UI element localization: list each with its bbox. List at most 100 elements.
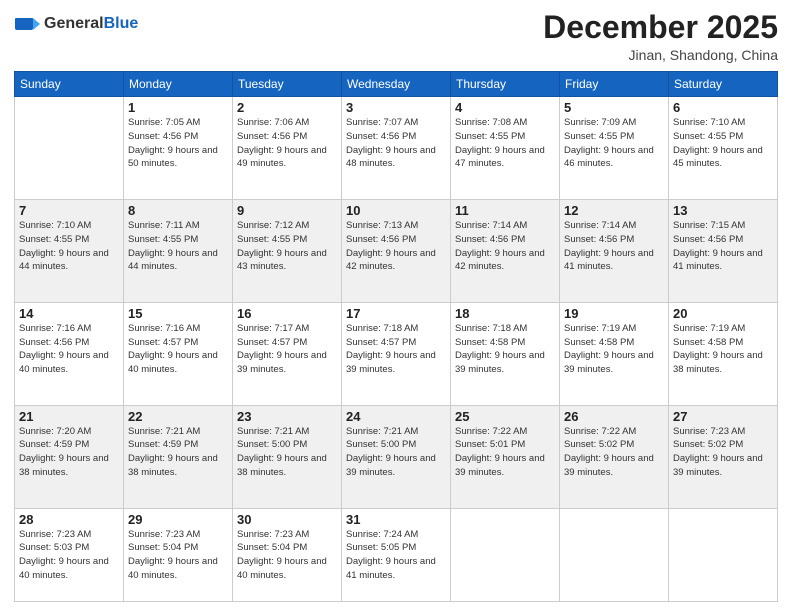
calendar-week-row: 14Sunrise: 7:16 AMSunset: 4:56 PMDayligh… — [15, 302, 778, 405]
calendar-cell: 13Sunrise: 7:15 AMSunset: 4:56 PMDayligh… — [669, 200, 778, 303]
day-number: 23 — [237, 409, 337, 424]
day-info: Sunrise: 7:08 AMSunset: 4:55 PMDaylight:… — [455, 116, 555, 171]
day-number: 30 — [237, 512, 337, 527]
day-info: Sunrise: 7:19 AMSunset: 4:58 PMDaylight:… — [564, 322, 664, 377]
logo-icon — [14, 10, 42, 38]
calendar-cell: 16Sunrise: 7:17 AMSunset: 4:57 PMDayligh… — [233, 302, 342, 405]
calendar-cell: 15Sunrise: 7:16 AMSunset: 4:57 PMDayligh… — [124, 302, 233, 405]
calendar-header-monday: Monday — [124, 72, 233, 97]
logo-area: GeneralBlue — [14, 10, 138, 38]
day-info: Sunrise: 7:05 AMSunset: 4:56 PMDaylight:… — [128, 116, 228, 171]
header: GeneralBlue December 2025 Jinan, Shandon… — [14, 10, 778, 63]
logo-general: General — [44, 15, 104, 33]
day-number: 22 — [128, 409, 228, 424]
calendar-header-friday: Friday — [560, 72, 669, 97]
calendar-cell: 5Sunrise: 7:09 AMSunset: 4:55 PMDaylight… — [560, 97, 669, 200]
calendar-cell: 21Sunrise: 7:20 AMSunset: 4:59 PMDayligh… — [15, 405, 124, 508]
day-info: Sunrise: 7:24 AMSunset: 5:05 PMDaylight:… — [346, 528, 446, 583]
day-number: 19 — [564, 306, 664, 321]
calendar-cell: 28Sunrise: 7:23 AMSunset: 5:03 PMDayligh… — [15, 508, 124, 602]
calendar-cell: 8Sunrise: 7:11 AMSunset: 4:55 PMDaylight… — [124, 200, 233, 303]
calendar-cell: 26Sunrise: 7:22 AMSunset: 5:02 PMDayligh… — [560, 405, 669, 508]
calendar-header-tuesday: Tuesday — [233, 72, 342, 97]
calendar-cell: 30Sunrise: 7:23 AMSunset: 5:04 PMDayligh… — [233, 508, 342, 602]
calendar-cell — [15, 97, 124, 200]
calendar-cell: 29Sunrise: 7:23 AMSunset: 5:04 PMDayligh… — [124, 508, 233, 602]
day-info: Sunrise: 7:14 AMSunset: 4:56 PMDaylight:… — [455, 219, 555, 274]
calendar-cell: 14Sunrise: 7:16 AMSunset: 4:56 PMDayligh… — [15, 302, 124, 405]
day-info: Sunrise: 7:22 AMSunset: 5:01 PMDaylight:… — [455, 425, 555, 480]
calendar-cell: 23Sunrise: 7:21 AMSunset: 5:00 PMDayligh… — [233, 405, 342, 508]
day-number: 27 — [673, 409, 773, 424]
day-number: 11 — [455, 203, 555, 218]
logo: GeneralBlue — [14, 10, 138, 38]
day-info: Sunrise: 7:09 AMSunset: 4:55 PMDaylight:… — [564, 116, 664, 171]
day-number: 18 — [455, 306, 555, 321]
day-number: 8 — [128, 203, 228, 218]
location: Jinan, Shandong, China — [543, 47, 778, 63]
day-info: Sunrise: 7:18 AMSunset: 4:57 PMDaylight:… — [346, 322, 446, 377]
calendar-cell — [560, 508, 669, 602]
day-number: 31 — [346, 512, 446, 527]
day-number: 13 — [673, 203, 773, 218]
calendar-header-row: SundayMondayTuesdayWednesdayThursdayFrid… — [15, 72, 778, 97]
day-number: 29 — [128, 512, 228, 527]
day-info: Sunrise: 7:16 AMSunset: 4:57 PMDaylight:… — [128, 322, 228, 377]
calendar-header-wednesday: Wednesday — [342, 72, 451, 97]
day-number: 26 — [564, 409, 664, 424]
calendar-cell: 12Sunrise: 7:14 AMSunset: 4:56 PMDayligh… — [560, 200, 669, 303]
day-info: Sunrise: 7:18 AMSunset: 4:58 PMDaylight:… — [455, 322, 555, 377]
calendar-cell: 17Sunrise: 7:18 AMSunset: 4:57 PMDayligh… — [342, 302, 451, 405]
calendar-cell: 27Sunrise: 7:23 AMSunset: 5:02 PMDayligh… — [669, 405, 778, 508]
day-number: 20 — [673, 306, 773, 321]
day-number: 4 — [455, 100, 555, 115]
calendar-cell: 9Sunrise: 7:12 AMSunset: 4:55 PMDaylight… — [233, 200, 342, 303]
day-info: Sunrise: 7:10 AMSunset: 4:55 PMDaylight:… — [19, 219, 119, 274]
calendar-cell: 7Sunrise: 7:10 AMSunset: 4:55 PMDaylight… — [15, 200, 124, 303]
calendar-header-thursday: Thursday — [451, 72, 560, 97]
day-number: 24 — [346, 409, 446, 424]
page: GeneralBlue December 2025 Jinan, Shandon… — [0, 0, 792, 612]
day-number: 16 — [237, 306, 337, 321]
day-info: Sunrise: 7:10 AMSunset: 4:55 PMDaylight:… — [673, 116, 773, 171]
day-info: Sunrise: 7:23 AMSunset: 5:04 PMDaylight:… — [128, 528, 228, 583]
calendar-cell: 4Sunrise: 7:08 AMSunset: 4:55 PMDaylight… — [451, 97, 560, 200]
calendar-cell: 18Sunrise: 7:18 AMSunset: 4:58 PMDayligh… — [451, 302, 560, 405]
day-number: 12 — [564, 203, 664, 218]
day-info: Sunrise: 7:07 AMSunset: 4:56 PMDaylight:… — [346, 116, 446, 171]
calendar-cell: 10Sunrise: 7:13 AMSunset: 4:56 PMDayligh… — [342, 200, 451, 303]
day-number: 5 — [564, 100, 664, 115]
calendar-cell: 25Sunrise: 7:22 AMSunset: 5:01 PMDayligh… — [451, 405, 560, 508]
day-info: Sunrise: 7:23 AMSunset: 5:04 PMDaylight:… — [237, 528, 337, 583]
calendar-cell: 6Sunrise: 7:10 AMSunset: 4:55 PMDaylight… — [669, 97, 778, 200]
day-number: 2 — [237, 100, 337, 115]
calendar-header-sunday: Sunday — [15, 72, 124, 97]
day-number: 9 — [237, 203, 337, 218]
calendar-cell: 31Sunrise: 7:24 AMSunset: 5:05 PMDayligh… — [342, 508, 451, 602]
day-number: 3 — [346, 100, 446, 115]
calendar-table: SundayMondayTuesdayWednesdayThursdayFrid… — [14, 71, 778, 602]
month-title: December 2025 — [543, 10, 778, 45]
day-number: 14 — [19, 306, 119, 321]
title-area: December 2025 Jinan, Shandong, China — [543, 10, 778, 63]
day-number: 6 — [673, 100, 773, 115]
day-number: 1 — [128, 100, 228, 115]
day-info: Sunrise: 7:15 AMSunset: 4:56 PMDaylight:… — [673, 219, 773, 274]
calendar-cell: 1Sunrise: 7:05 AMSunset: 4:56 PMDaylight… — [124, 97, 233, 200]
day-info: Sunrise: 7:23 AMSunset: 5:02 PMDaylight:… — [673, 425, 773, 480]
logo-blue: Blue — [104, 15, 139, 33]
calendar-cell: 19Sunrise: 7:19 AMSunset: 4:58 PMDayligh… — [560, 302, 669, 405]
day-number: 25 — [455, 409, 555, 424]
calendar-cell: 20Sunrise: 7:19 AMSunset: 4:58 PMDayligh… — [669, 302, 778, 405]
calendar-cell: 24Sunrise: 7:21 AMSunset: 5:00 PMDayligh… — [342, 405, 451, 508]
calendar-week-row: 28Sunrise: 7:23 AMSunset: 5:03 PMDayligh… — [15, 508, 778, 602]
day-number: 17 — [346, 306, 446, 321]
day-info: Sunrise: 7:23 AMSunset: 5:03 PMDaylight:… — [19, 528, 119, 583]
calendar-cell: 2Sunrise: 7:06 AMSunset: 4:56 PMDaylight… — [233, 97, 342, 200]
day-info: Sunrise: 7:12 AMSunset: 4:55 PMDaylight:… — [237, 219, 337, 274]
calendar-cell — [451, 508, 560, 602]
calendar-week-row: 21Sunrise: 7:20 AMSunset: 4:59 PMDayligh… — [15, 405, 778, 508]
day-number: 15 — [128, 306, 228, 321]
day-number: 21 — [19, 409, 119, 424]
calendar-cell — [669, 508, 778, 602]
